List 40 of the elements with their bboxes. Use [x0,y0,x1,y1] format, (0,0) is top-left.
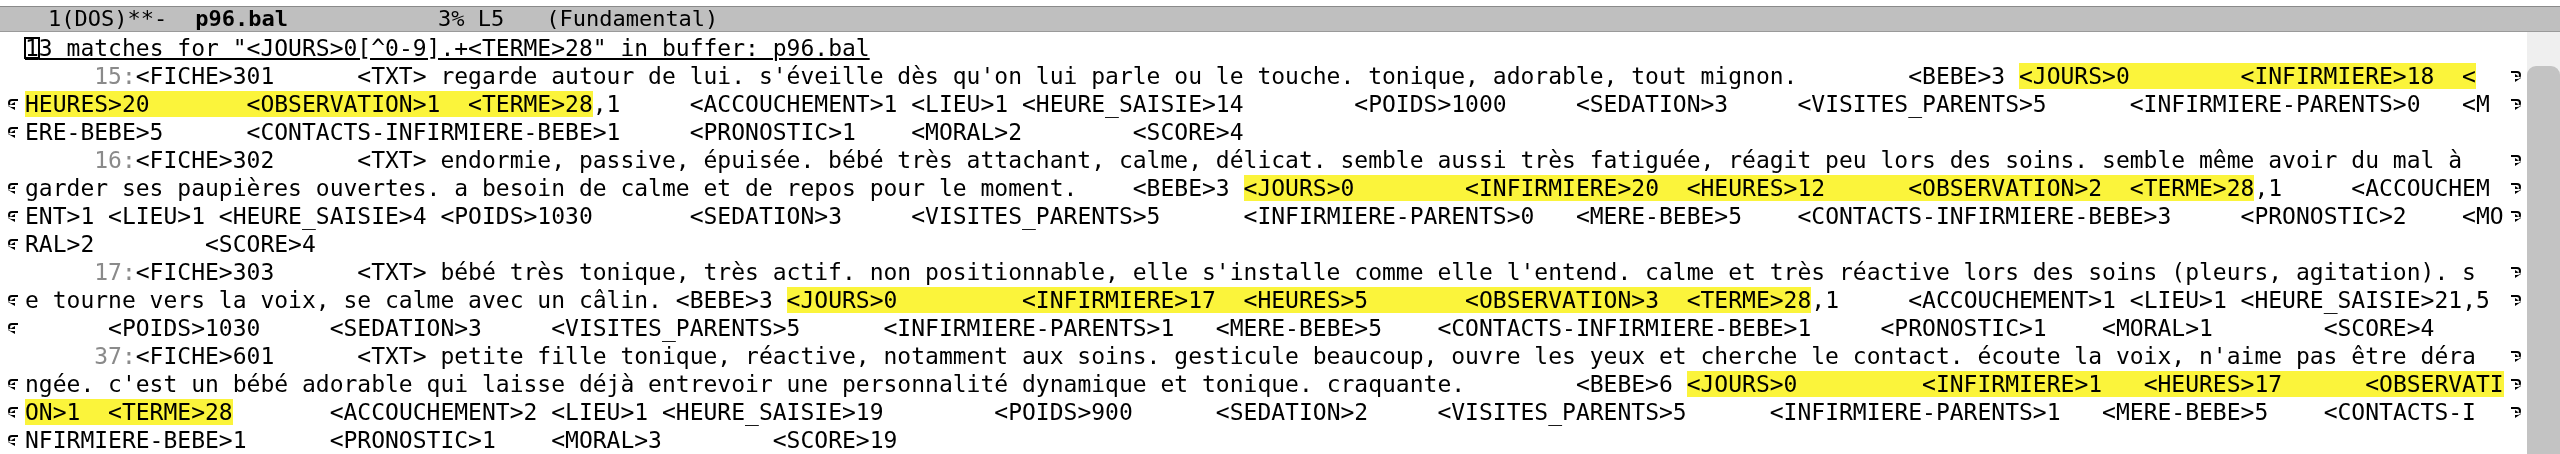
major-mode: (Fundamental) [546,7,719,31]
occur-line: garder ses paupières ouvertes. a besoin de calme et de repos pour le moment. <BEBE>3 <JOURS>0 <INFIRMIERE>20 <HEURES>12 <OBSERVATION>2 <TERME>28,1 <ACCOUCHEM [25,174,2491,202]
occur-line: 17:<FICHE>303 <TXT> bébé très tonique, très actif. non positionnable, elle s'installe comme elle l'entend. calme et très réactive lors des soins (pleurs, agitation). s [93,258,2477,286]
buffer-position: 3% L5 [437,7,505,31]
occur-line: e tourne vers la voix, se calme avec un câlin. <BEBE>3 <JOURS>0 <INFIRMIERE>17 <HEURES>5 <OBSERVATION>3 <TERME>28,1 <ACCOUCHEMENT>1 <LIEU>1 <HEURE_SAISIE>21,5 [25,286,2491,314]
continuation-icon [6,321,19,335]
occur-line: RAL>2 <SCORE>4 [25,230,317,258]
wrap-arrow-icon [2510,405,2522,419]
wrap-arrow-icon [2510,153,2522,167]
wrap-arrow-icon [2510,349,2522,363]
continuation-icon [6,97,19,111]
continuation-icon [6,405,19,419]
occur-line: ERE-BEBE>5 <CONTACTS-INFIRMIERE-BEBE>1 <PRONOSTIC>1 <MORAL>2 <SCORE>4 [25,118,1245,146]
occur-line: ENT>1 <LIEU>1 <HEURE_SAISIE>4 <POIDS>1030 <SEDATION>3 <VISITES_PARENTS>5 <INFIRMIERE-PARENTS>0 <MERE-BEBE>5 <CONTACTS-INFIRMIERE-BEBE>3 <PRONOSTIC>2 <MO [25,202,2505,230]
wrap-arrow-icon [2510,97,2522,111]
continuation-icon [6,433,19,447]
occur-line: <POIDS>1030 <SEDATION>3 <VISITES_PARENTS>5 <INFIRMIERE-PARENTS>1 <MERE-BEBE>5 <CONTACTS-INFIRMIERE-BEBE>1 <PRONOSTIC>1 <MORAL>1 <SCORE>4 [107,314,2436,342]
wrap-arrow-icon [2510,377,2522,391]
buffer-name: p96.bal [195,7,288,31]
occur-line: 16:<FICHE>302 <TXT> endormie, passive, épuisée. bébé très attachant, calme, délicat. semble aussi très fatiguée, réagit peu lors des soins. semble même avoir du mal à [93,146,2464,174]
wrap-arrow-icon [2510,293,2522,307]
occur-line: 15:<FICHE>301 <TXT> regarde autour de lui. s'éveille dès qu'on lui parle ou le touche. tonique, adorable, tout mignon. <BEBE>3 <JOURS>0 <INFIRMIERE>18 < [93,62,2477,90]
buffer-status: 1(DOS)**- [48,7,168,31]
wrap-arrow-icon [2510,181,2522,195]
wrap-arrow-icon [2510,69,2522,83]
continuation-icon [6,237,19,251]
wrap-arrow-icon [2510,209,2522,223]
continuation-icon [6,181,19,195]
occur-line: NFIRMIERE-BEBE>1 <PRONOSTIC>1 <MORAL>3 <SCORE>19 [25,426,899,454]
occur-line: 37:<FICHE>601 <TXT> petite fille tonique, réactive, notamment aux soins. gesticule beaucoup, ouvre les yeux et cherche le contact. écoute la voix, n'aime pas être déra [93,342,2477,370]
text-cursor: 1 [25,38,39,58]
continuation-icon [6,125,19,139]
continuation-icon [6,377,19,391]
continuation-icon [6,209,19,223]
occur-line: ngée. c'est un bébé adorable qui laisse déjà entrevoir une personnalité dynamique et tonique. craquante. <BEBE>6 <JOURS>0 <INFIRMIERE>1 <HEURES>17 <OBSERVATI [25,370,2505,398]
continuation-icon [6,293,19,307]
occur-line: ON>1 <TERME>28 <ACCOUCHEMENT>2 <LIEU>1 <HEURE_SAISIE>19 <POIDS>900 <SEDATION>2 <VISITES_PARENTS>5 <INFIRMIERE-PARENTS>1 <MERE-BEBE>5 <CONTACTS-I [25,398,2477,426]
wrap-arrow-icon [2510,265,2522,279]
occur-line: HEURES>20 <OBSERVATION>1 <TERME>28,1 <ACCOUCHEMENT>1 <LIEU>1 <HEURE_SAISIE>14 <POIDS>1000 <SEDATION>3 <VISITES_PARENTS>5 <INFIRMIERE-PARENTS>0 <M [25,90,2491,118]
occur-header: 3 matches for "<JOURS>0[^0-9].+<TERME>28" in buffer: p96.bal [38,36,870,60]
